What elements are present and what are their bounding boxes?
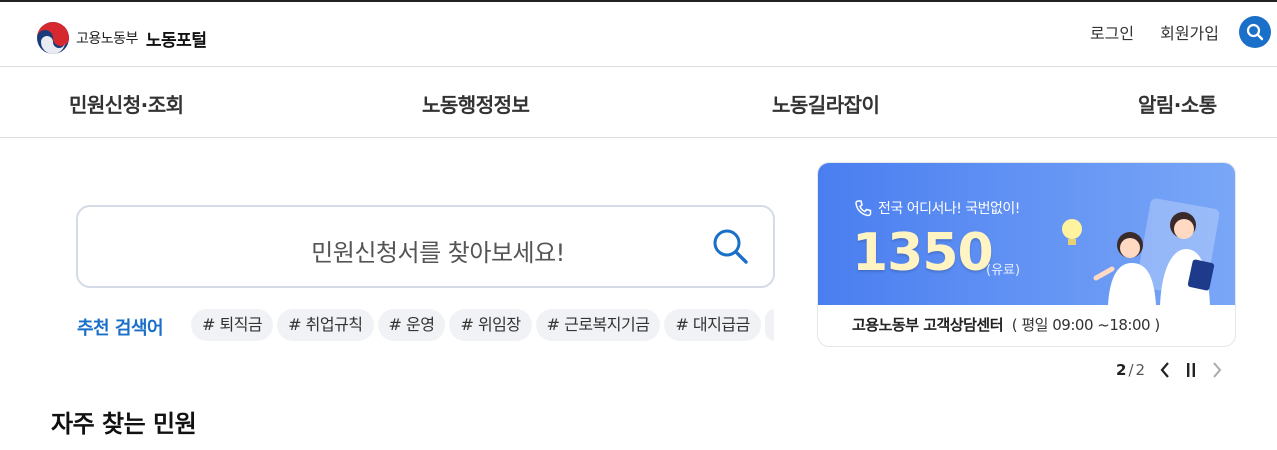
nav-item-labor-admin-info[interactable]: 노동행정정보 xyxy=(422,89,530,118)
keyword-tag[interactable]: # 퇴직금 xyxy=(191,309,274,341)
site-header: 고용노동부 노동포털 로그인 회원가입 xyxy=(0,2,1277,67)
login-link[interactable]: 로그인 xyxy=(1090,20,1134,44)
keyword-tag[interactable]: # 취업규칙 xyxy=(277,309,374,341)
signup-link[interactable]: 회원가입 xyxy=(1160,20,1219,44)
call-center-number: 1350 xyxy=(852,223,994,283)
main-navigation: 민원신청·조회 노동행정정보 노동길라잡이 알림·소통 xyxy=(0,67,1277,138)
recommended-keywords-label: 추천 검색어 xyxy=(77,318,164,339)
recommended-keywords: # 퇴직금 # 취업규칙 # 운영 # 위임장 # 근로복지기금 # 대지급금 xyxy=(191,309,774,341)
pager-current: 2 xyxy=(1116,361,1127,379)
next-slide-button[interactable] xyxy=(1211,361,1223,379)
search-input[interactable]: 민원신청서를 찾아보세요! xyxy=(148,233,728,268)
banner-slogan: 전국 어디서나! 국번없이! xyxy=(878,201,1020,217)
logo-ministry-text: 고용노동부 xyxy=(76,31,138,47)
search-icon xyxy=(1246,23,1264,41)
nav-item-notice[interactable]: 알림·소통 xyxy=(1138,89,1217,118)
civil-form-search-box[interactable]: 민원신청서를 찾아보세요! xyxy=(76,205,775,288)
pause-slide-button[interactable] xyxy=(1185,361,1197,379)
nav-item-labor-guide[interactable]: 노동길라잡이 xyxy=(772,89,880,118)
call-center-banner[interactable]: 전국 어디서나! 국번없이! 1350 (유료) 고용노동부 고객상담센터 ( … xyxy=(817,162,1236,347)
pager-separator: / xyxy=(1128,361,1134,379)
banner-caption: 고용노동부 고객상담센터 ( 평일 09:00 ~18:00 ) xyxy=(852,314,1160,335)
header-search-button[interactable] xyxy=(1239,16,1271,48)
frequent-civil-services-title: 자주 찾는 민원 xyxy=(51,410,197,438)
keyword-tag-partial[interactable] xyxy=(764,309,774,341)
counselor-illustration xyxy=(1062,198,1220,305)
utility-menu: 로그인 회원가입 xyxy=(1090,16,1277,48)
paid-note: (유료) xyxy=(986,263,1021,278)
pause-icon xyxy=(1187,363,1196,377)
chevron-right-icon xyxy=(1213,362,1222,378)
keyword-tag[interactable]: # 위임장 xyxy=(449,309,532,341)
logo-portal-text: 노동포털 xyxy=(145,30,207,51)
banner-visual: 전국 어디서나! 국번없이! 1350 (유료) xyxy=(818,163,1235,305)
phone-icon xyxy=(855,200,872,217)
prev-slide-button[interactable] xyxy=(1159,361,1171,379)
banner-pager: 2 / 2 xyxy=(1116,361,1223,379)
chevron-left-icon xyxy=(1160,362,1169,378)
site-logo[interactable]: 고용노동부 노동포털 xyxy=(36,21,207,55)
keyword-tag[interactable]: # 운영 xyxy=(377,309,446,341)
banner-hours: ( 평일 09:00 ~18:00 ) xyxy=(1011,316,1160,334)
keyword-tag[interactable]: # 근로복지기금 xyxy=(535,309,661,341)
search-icon[interactable] xyxy=(711,227,751,267)
banner-caption-title: 고용노동부 고객상담센터 xyxy=(852,316,1004,334)
keyword-tag[interactable]: # 대지급금 xyxy=(664,309,761,341)
government-emblem-icon xyxy=(37,22,69,54)
nav-item-civil-service[interactable]: 민원신청·조회 xyxy=(69,89,184,118)
pager-total: 2 xyxy=(1135,361,1146,379)
